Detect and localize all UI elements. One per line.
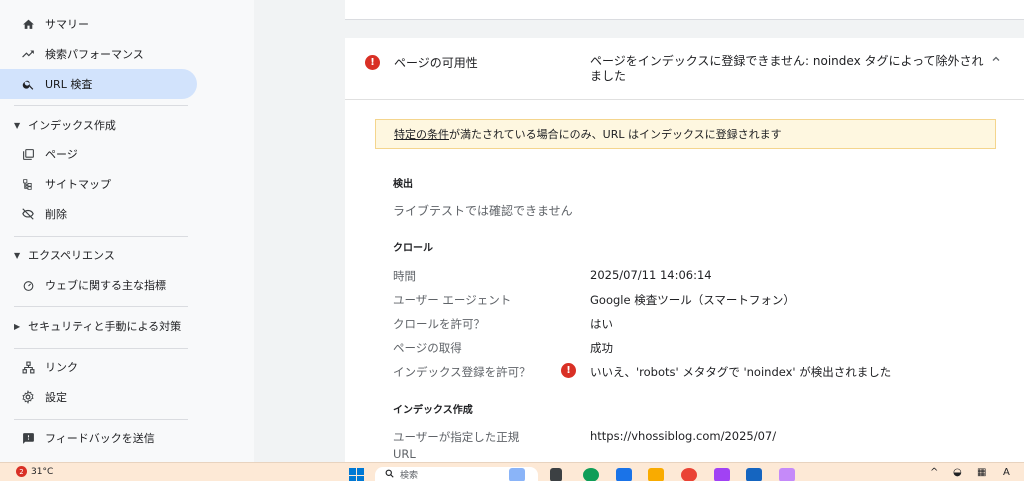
detect-text: ライブテストでは確認できません (393, 204, 573, 218)
error-icon: ! (561, 363, 576, 378)
speed-icon (20, 277, 36, 293)
feedback-icon (20, 430, 36, 446)
chevron-up-icon[interactable]: ^ (930, 467, 938, 478)
indexing-notice: 特定の条件 が満たされている場合にのみ、URL はインデックスに登録されます (375, 119, 996, 149)
section-experience[interactable]: ▼ エクスペリエンス (0, 242, 197, 268)
row-label-canonical: ユーザーが指定した正規 URL (393, 429, 519, 461)
file-explorer-icon[interactable] (648, 468, 664, 481)
card-title: ページの可用性 (394, 56, 478, 70)
main-content: ! ページの可用性 ページをインデックスに登録できません: noindex タグ… (254, 0, 1024, 468)
section-security[interactable]: ▶ セキュリティと手動による対策 (0, 313, 197, 339)
taskbar: 2 31°C 検索 ^ ◒ ▦ A (0, 462, 1024, 481)
nav-item-settings[interactable]: 設定 (0, 382, 197, 412)
sitemap-icon (20, 176, 36, 192)
nav-item-performance[interactable]: 検索パフォーマンス (0, 39, 197, 69)
divider (14, 306, 188, 307)
network-icon[interactable]: ◒ (953, 467, 962, 478)
divider (14, 419, 188, 420)
nav-item-label: ページ (45, 148, 78, 161)
pages-icon (20, 146, 36, 162)
ime-indicator[interactable]: A (1003, 467, 1010, 478)
weather-widget[interactable]: 2 31°C (16, 466, 53, 477)
nav-item-label: フィードバックを送信 (45, 432, 155, 445)
page-availability-card: ! ページの可用性 ページをインデックスに登録できません: noindex タグ… (345, 38, 1024, 468)
notification-badge: 2 (16, 466, 27, 477)
nav-item-pages[interactable]: ページ (0, 139, 197, 169)
chevron-up-icon[interactable] (990, 53, 1002, 68)
nav-item-label: URL 検査 (45, 78, 93, 91)
row-value-time: 2025/07/11 14:06:14 (590, 268, 712, 282)
nav-item-label: リンク (45, 361, 78, 374)
row-value-page-fetch: 成功 (590, 341, 613, 355)
nav-item-sitemap[interactable]: サイトマップ (0, 169, 197, 199)
task-view-icon[interactable] (550, 468, 562, 481)
caret-right-icon: ▶ (14, 321, 21, 331)
notepad-icon[interactable] (616, 468, 632, 481)
divider (14, 236, 188, 237)
nav-item-url-inspection[interactable]: URL 検査 (0, 69, 197, 99)
nav-item-feedback[interactable]: フィードバックを送信 (0, 423, 197, 453)
nav-item-label: 設定 (45, 391, 67, 404)
row-value-user-agent: Google 検査ツール（スマートフォン） (590, 293, 795, 307)
windows-start-icon[interactable] (349, 468, 365, 481)
row-value-canonical: https://vhossiblog.com/2025/07/ (590, 429, 777, 443)
copilot-icon[interactable] (714, 468, 730, 481)
row-label-indexing-allowed: インデックス登録を許可？ (393, 365, 531, 379)
row-value-crawl-allowed: はい (590, 317, 613, 331)
search-placeholder: 検索 (400, 471, 419, 481)
section-title: エクスペリエンス (28, 249, 115, 262)
edge-browser-icon[interactable] (583, 468, 599, 481)
photos-icon[interactable] (681, 468, 697, 481)
row-label-page-fetch: ページの取得 (393, 341, 462, 355)
previous-card (345, 0, 1024, 20)
widgets-icon[interactable] (509, 468, 525, 481)
home-icon (20, 16, 36, 32)
row-label-time: 時間 (393, 269, 416, 283)
section-heading-detect: 検出 (393, 179, 413, 190)
temperature: 31°C (31, 466, 54, 477)
caret-down-icon: ▼ (14, 250, 21, 260)
nav-item-label: 削除 (45, 208, 67, 221)
nav-item-label: 検索パフォーマンス (45, 48, 144, 61)
row-label-user-agent: ユーザー エージェント (393, 293, 512, 307)
divider (14, 105, 188, 106)
section-title: セキュリティと手動による対策 (28, 320, 182, 333)
app-icon[interactable] (779, 468, 795, 481)
error-icon: ! (365, 55, 380, 70)
notice-text: が満たされている場合にのみ、URL はインデックスに登録されます (449, 128, 782, 141)
row-label-crawl-allowed: クロールを許可？ (393, 317, 485, 331)
caret-down-icon: ▼ (14, 120, 21, 130)
canonical-label-line1: ユーザーが指定した正規 (393, 430, 520, 444)
canonical-label-line2: URL (393, 447, 416, 461)
keyboard-icon[interactable]: ▦ (977, 467, 986, 478)
nav-item-label: ウェブに関する主な指標 (45, 279, 166, 292)
nav-item-summary[interactable]: サマリー (0, 9, 197, 39)
sidebar: サマリー 検索パフォーマンス URL 検査 ▼ インデックス作成 ページ サイト… (0, 0, 254, 462)
outlook-icon[interactable] (746, 468, 762, 481)
section-heading-indexing: インデックス作成 (393, 405, 473, 416)
nav-item-label: サマリー (45, 18, 89, 31)
nav-item-label: サイトマップ (45, 178, 111, 191)
row-value-indexing-allowed: いいえ、'robots' メタタグで 'noindex' が検出されました (590, 365, 892, 379)
links-icon (20, 359, 36, 375)
trending-up-icon (20, 46, 36, 62)
conditions-link[interactable]: 特定の条件 (394, 126, 449, 142)
nav-item-removals[interactable]: 削除 (0, 199, 197, 229)
search-icon (385, 469, 394, 481)
availability-status: ページをインデックスに登録できません: noindex タグによって除外されまし… (590, 54, 984, 83)
section-indexing[interactable]: ▼ インデックス作成 (0, 112, 197, 138)
nav-item-core-web-vitals[interactable]: ウェブに関する主な指標 (0, 270, 197, 300)
search-icon (20, 76, 36, 92)
nav-item-links[interactable]: リンク (0, 352, 197, 382)
gear-icon (20, 389, 36, 405)
section-title: インデックス作成 (28, 119, 116, 132)
section-heading-crawl: クロール (393, 243, 433, 254)
divider (14, 348, 188, 349)
card-header[interactable]: ! ページの可用性 ページをインデックスに登録できません: noindex タグ… (345, 38, 1024, 100)
visibility-off-icon (20, 206, 36, 222)
